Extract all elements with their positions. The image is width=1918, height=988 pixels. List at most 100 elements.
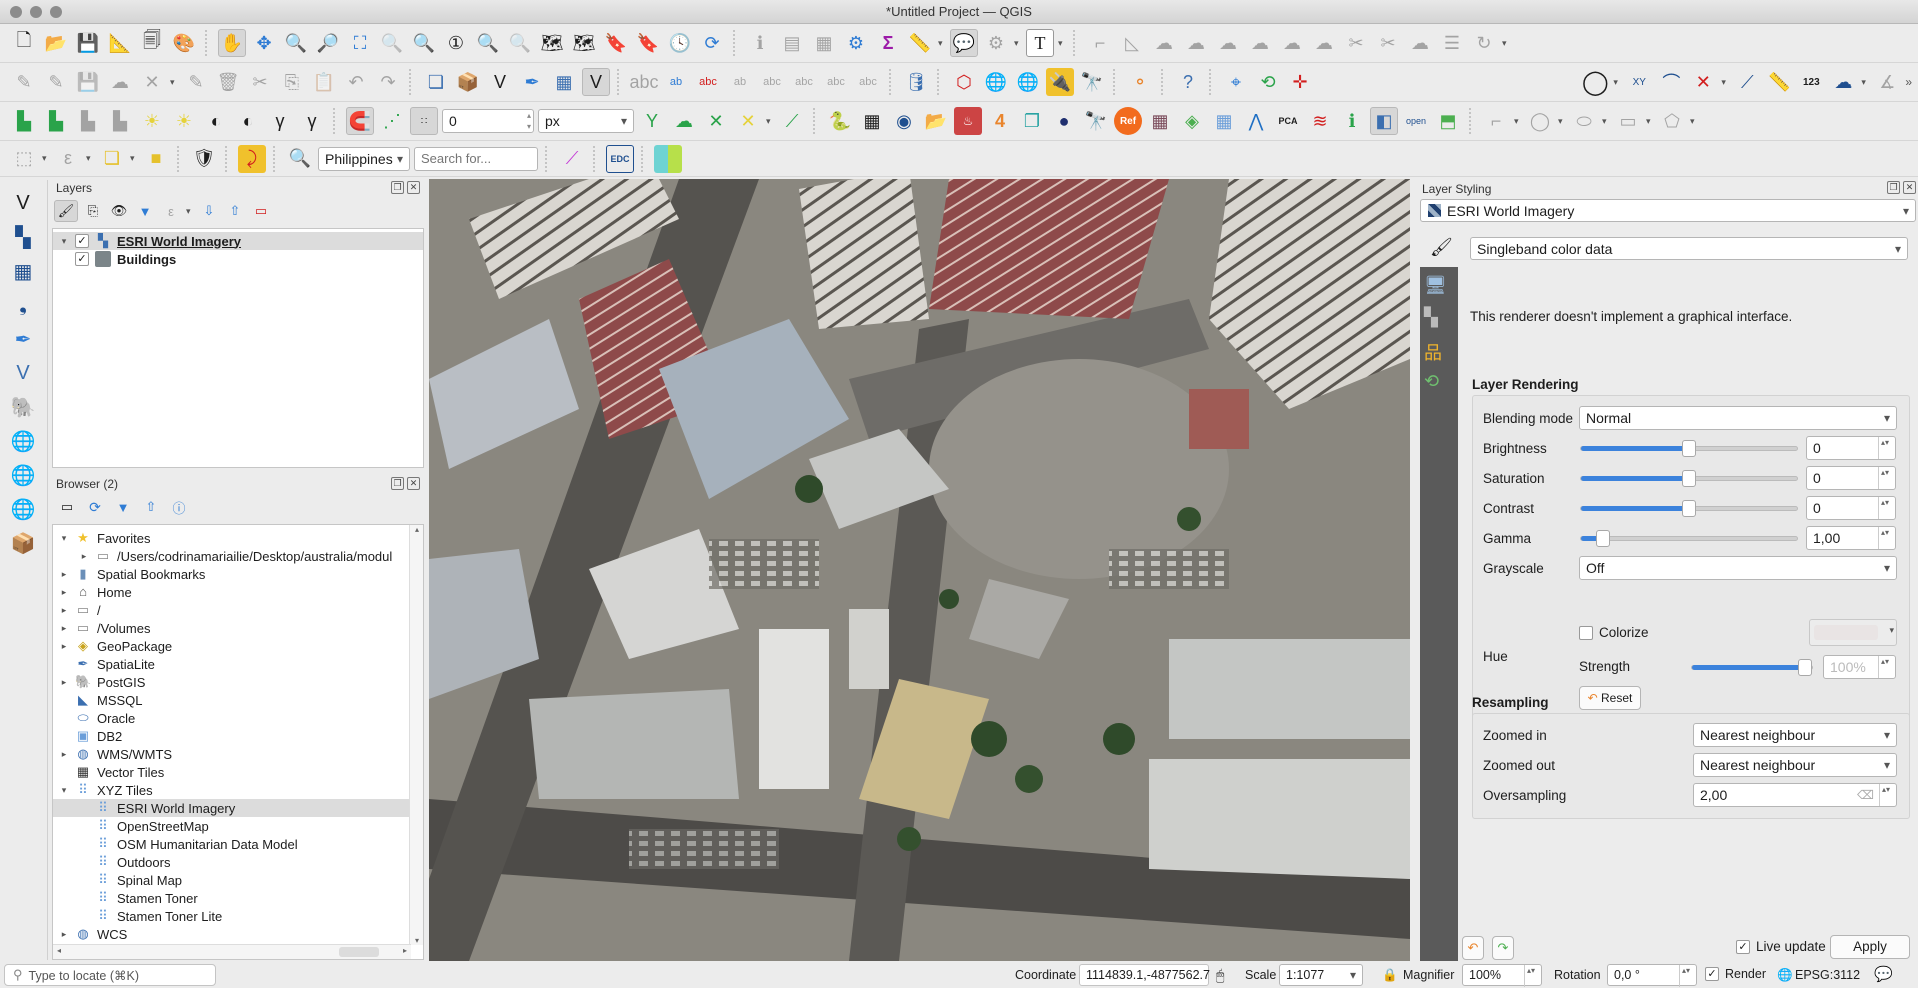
layer-stack-plugin-icon[interactable]: ≋ [1306, 107, 1334, 135]
expand-arrow-icon[interactable]: ▸ [57, 623, 71, 634]
decrease-gamma-icon[interactable]: γ [298, 107, 326, 135]
browser-item[interactable]: ⬭ Oracle [53, 709, 423, 727]
add-spatialite-layer-icon[interactable]: ✒ [6, 324, 40, 354]
pan-map-icon[interactable]: ✋ [218, 29, 246, 57]
crosshair-icon[interactable]: ✛ [1286, 68, 1314, 96]
browser-item[interactable]: ⠿ Stamen Toner Lite [53, 907, 423, 925]
expand-arrow-icon[interactable]: ▸ [57, 569, 71, 580]
transparency-tab-icon[interactable]: 🖥 [1424, 275, 1452, 299]
modify-attributes-icon[interactable]: ✎ [182, 68, 210, 96]
geocoder-icon[interactable]: 🔍 [286, 145, 314, 173]
style-manager-icon[interactable]: 🎨 [170, 29, 198, 57]
new-bookmark-icon[interactable]: 🔖 [602, 29, 630, 57]
browser-item[interactable]: ⠿ OpenStreetMap [53, 817, 423, 835]
cut-features-icon[interactable]: ✂ [246, 68, 274, 96]
map-canvas[interactable] [429, 179, 1410, 961]
new-layer-icon[interactable]: ❏ [422, 68, 450, 96]
close-panel-icon[interactable]: ✕ [1903, 181, 1916, 194]
earth-plugin-icon[interactable]: ● [1050, 107, 1078, 135]
network-plugin2-icon[interactable]: ⋀ [1242, 107, 1270, 135]
crs-button[interactable]: EPSG:3112 [1795, 965, 1860, 985]
clear-value-icon[interactable]: ⌫ [1857, 784, 1874, 806]
expand-arrow-icon[interactable]: ▸ [57, 587, 71, 598]
redo-style-button[interactable]: ↷ [1492, 936, 1514, 960]
browser-item[interactable]: ▦ Vector Tiles [53, 763, 423, 781]
zoom-full-icon[interactable]: ⛶ [346, 29, 374, 57]
expand-arrow-icon[interactable]: ▸ [57, 929, 71, 940]
browser-horizontal-scrollbar[interactable]: ◂ ▸ [53, 944, 411, 959]
rectangle-digitize-icon[interactable]: ▭ [1614, 107, 1642, 135]
pan-to-selection-icon[interactable]: ✥ [250, 29, 278, 57]
rotate-point-icon[interactable]: ↻ [1470, 29, 1498, 57]
local-stretch-icon[interactable]: ▙ [74, 107, 102, 135]
live-update-option[interactable]: ✓ Live update [1736, 939, 1826, 954]
zoom-to-selection-icon[interactable]: 🔍 [378, 29, 406, 57]
vertex-editor-icon[interactable]: ⌖ [1222, 68, 1250, 96]
select-by-expression-icon[interactable]: ε [54, 145, 82, 173]
locator-search[interactable]: ⚲ Type to locate (⌘K) [4, 964, 216, 986]
live-update-checkbox[interactable]: ✓ [1736, 939, 1750, 954]
browser-item[interactable]: ▸ ◍ WMS/WMTS [53, 745, 423, 763]
delete-ring-icon[interactable]: ☁ [1214, 29, 1242, 57]
gamma-slider[interactable] [1580, 530, 1798, 547]
apply-button[interactable]: Apply [1830, 935, 1910, 959]
browser-item[interactable]: ▾ ★ Favorites [53, 529, 423, 547]
oversampling-spinbox[interactable]: 2,00 ⌫ [1693, 783, 1897, 807]
layer-labeling-icon[interactable]: ab [662, 68, 690, 96]
stack-plugin-icon[interactable]: ◈ [1178, 107, 1206, 135]
brightness-spinbox[interactable]: 0 [1806, 436, 1896, 460]
new-project-icon[interactable]: 🗋 [10, 29, 38, 57]
identify-features-icon[interactable]: ℹ [746, 29, 774, 57]
select-by-location-icon2[interactable]: ■ [142, 145, 170, 173]
current-edits-icon[interactable]: ✎ [10, 68, 38, 96]
lock-scale-icon[interactable]: 🔒 [1382, 965, 1398, 985]
new-map-view-icon[interactable]: 🗺 [538, 29, 566, 57]
add-selected-layers-icon[interactable]: ▭ [56, 496, 78, 518]
deselect-all-icon[interactable]: ❏ [98, 145, 126, 173]
import-folder-icon[interactable]: 📂 [922, 107, 950, 135]
zoomed-out-select[interactable]: Nearest neighbour [1693, 753, 1897, 777]
help-icon[interactable]: ? [1174, 68, 1202, 96]
messages-icon[interactable]: 💬 [1874, 965, 1893, 985]
browser-item[interactable]: ▾ ⠿ XYZ Tiles [53, 781, 423, 799]
add-ring-icon[interactable]: ☁ [1150, 29, 1178, 57]
increase-contrast-icon[interactable]: ◐ [202, 107, 230, 135]
trace-offset-icon[interactable]: ✕ [734, 107, 762, 135]
new-virtual-layer-icon[interactable]: ▦ [550, 68, 578, 96]
delete-selected-icon[interactable]: 🗑 [214, 68, 242, 96]
scale-select[interactable]: 1:1077 [1279, 964, 1363, 986]
numbering-icon[interactable]: 123 [1797, 68, 1825, 96]
new-mesh-layer-icon[interactable]: V [582, 68, 610, 96]
processing-toolbox-icon[interactable]: ⚙ [842, 29, 870, 57]
render-option[interactable]: ✓ Render [1705, 967, 1766, 981]
new-3d-view-icon[interactable]: 🗺 [570, 29, 598, 57]
browser-item[interactable]: ▸ ▭ /Volumes [53, 619, 423, 637]
gamma-spinbox[interactable]: 1,00 [1806, 526, 1896, 550]
snapping-mode-icon[interactable]: ⋰ [378, 107, 406, 135]
expand-arrow-icon[interactable]: ▸ [57, 677, 71, 688]
expand-arrow-icon[interactable]: ▾ [57, 533, 71, 544]
db-manager-icon[interactable]: 🛢 [902, 68, 930, 96]
enable-tracing-icon[interactable]: ✕ [702, 107, 730, 135]
brightness-slider[interactable] [1580, 440, 1798, 457]
pin-labels-icon[interactable]: ab [726, 68, 754, 96]
reshape-icon[interactable]: ☁ [1278, 29, 1306, 57]
add-group-icon[interactable]: ⎘ [82, 200, 104, 222]
vertex-tool-all-layers-icon[interactable]: ✕ [138, 68, 166, 96]
rotation-spinbox[interactable]: 0,0 ° [1607, 964, 1697, 987]
expand-arrow-icon[interactable]: ▸ [77, 551, 91, 562]
add-wms-icon[interactable]: 🌐 [982, 68, 1010, 96]
add-wfs-layer-icon[interactable]: 🌐 [6, 494, 40, 524]
browser-item[interactable]: ▣ DB2 [53, 727, 423, 745]
split-features-icon[interactable]: ✂ [1342, 29, 1370, 57]
zoomed-in-select[interactable]: Nearest neighbour [1693, 723, 1897, 747]
crs-globe-icon[interactable]: 🌐 [1777, 965, 1793, 985]
saturation-slider[interactable] [1580, 470, 1798, 487]
zoom-last-icon[interactable]: 🔍 [474, 29, 502, 57]
reset-button[interactable]: ↶ Reset [1579, 686, 1641, 710]
georeferencer-icon[interactable]: ◺ [1118, 29, 1146, 57]
grayscale-select[interactable]: Off [1579, 556, 1897, 580]
map-plugin-icon[interactable]: ⬒ [1434, 107, 1462, 135]
move-label-icon[interactable]: abc [790, 68, 818, 96]
layer-select[interactable]: ESRI World Imagery [1420, 199, 1916, 222]
